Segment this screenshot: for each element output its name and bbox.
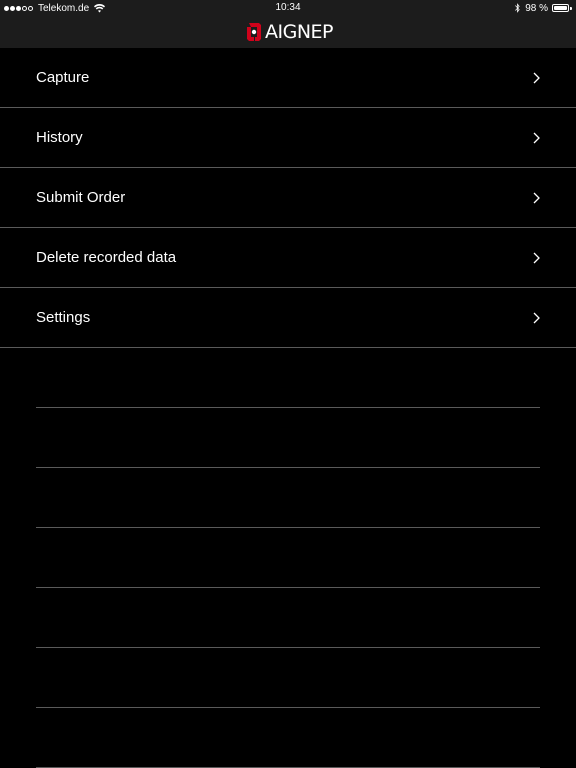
menu-item-label: Settings: [36, 309, 91, 326]
status-right: 98 %: [514, 2, 572, 14]
empty-row-separator: [36, 348, 540, 408]
main-menu: Capture History Submit Order Delete reco…: [0, 48, 576, 348]
empty-row-separator: [36, 588, 540, 648]
app-logo: AIGNEP: [243, 21, 334, 43]
battery-icon: [552, 4, 572, 13]
menu-item-label: Capture: [36, 69, 90, 86]
nav-bar: AIGNEP: [0, 16, 576, 48]
menu-item-label: Delete recorded data: [36, 249, 177, 266]
battery-percentage: 98 %: [525, 2, 548, 14]
empty-row-separator: [36, 648, 540, 708]
battery-fill: [554, 6, 567, 10]
menu-item-label: History: [36, 129, 83, 146]
logo-text: AIGNEP: [265, 21, 334, 43]
chevron-right-icon: [533, 192, 540, 204]
status-time: 10:34: [275, 2, 301, 13]
bluetooth-icon: [515, 3, 520, 13]
empty-row-separator: [36, 408, 540, 468]
empty-row-separator: [36, 528, 540, 588]
chevron-right-icon: [533, 312, 540, 324]
menu-item-capture[interactable]: Capture: [0, 48, 576, 108]
app-screen: Telekom.de 10:34 98 % AIGNEP Capture His…: [0, 0, 576, 768]
empty-row-separator: [36, 468, 540, 528]
chevron-right-icon: [533, 132, 540, 144]
menu-item-history[interactable]: History: [0, 108, 576, 168]
menu-item-delete-recorded-data[interactable]: Delete recorded data: [0, 228, 576, 288]
status-bar: Telekom.de 10:34 98 %: [0, 0, 576, 16]
aignep-logo-mark-icon: [247, 23, 261, 41]
chevron-right-icon: [533, 72, 540, 84]
empty-list-area: [0, 348, 576, 768]
chevron-right-icon: [533, 252, 540, 264]
empty-row-separator: [36, 708, 540, 768]
menu-item-settings[interactable]: Settings: [0, 288, 576, 348]
menu-item-submit-order[interactable]: Submit Order: [0, 168, 576, 228]
menu-item-label: Submit Order: [36, 189, 126, 206]
